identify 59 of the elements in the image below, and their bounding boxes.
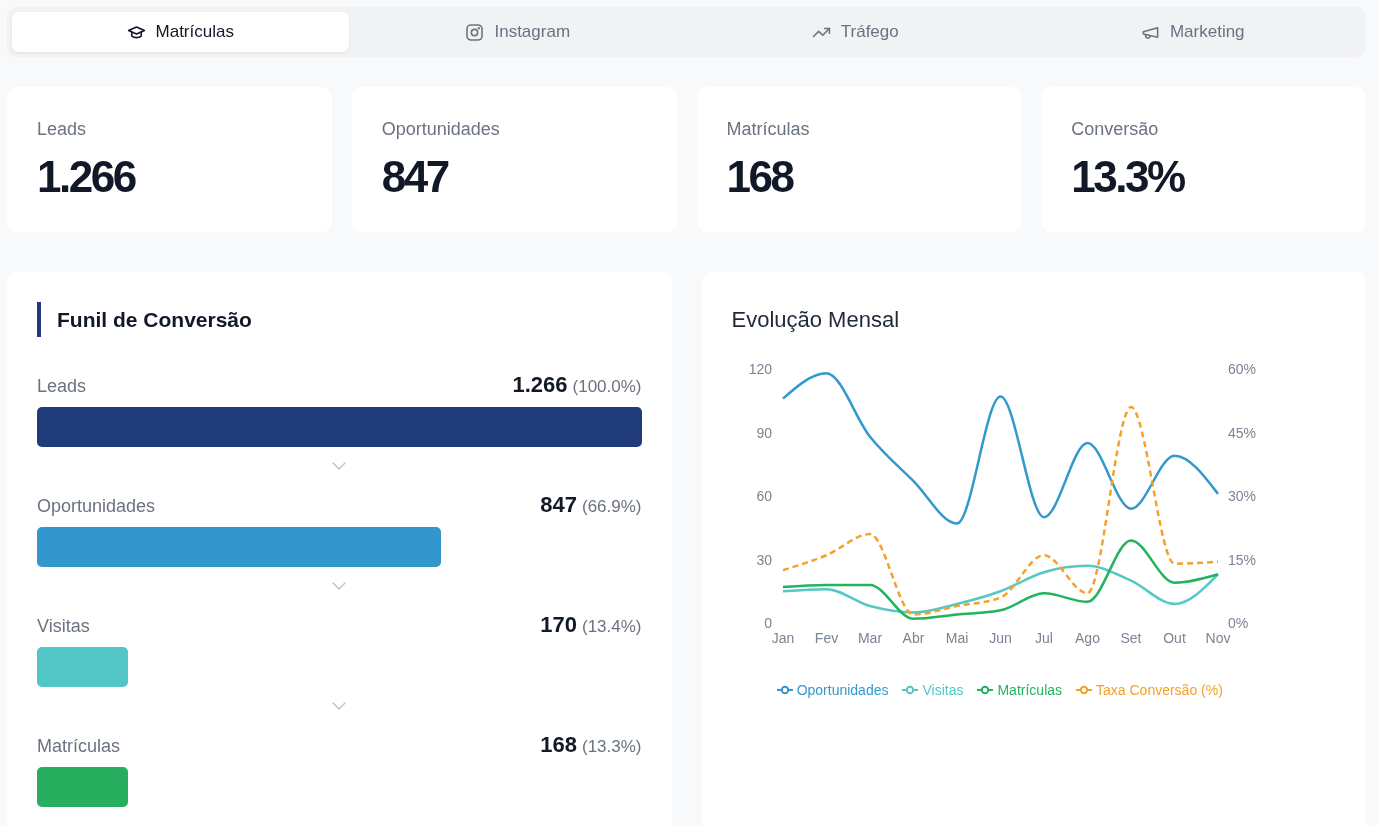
chevron-down-icon xyxy=(332,462,347,470)
axis-label: Nov xyxy=(1205,630,1230,646)
axis-label: 0% xyxy=(1227,615,1248,631)
chevron-down-icon xyxy=(332,702,347,710)
axis-label: 0 xyxy=(763,615,772,631)
stage-percent: (13.4%) xyxy=(581,616,642,638)
axis-label: 30 xyxy=(755,551,772,568)
stage-label: Matrículas xyxy=(37,735,121,758)
axis-label: 60 xyxy=(755,488,772,504)
tab[interactable]: Marketing xyxy=(1024,12,1361,52)
stage-label: Visitas xyxy=(37,615,90,638)
axis-label: Jan xyxy=(771,630,794,646)
legend-marker-icon xyxy=(1076,685,1093,695)
axis-label: 60% xyxy=(1227,361,1256,377)
legend-marker-icon xyxy=(977,685,994,695)
kpi-label: Oportunidades xyxy=(381,118,501,141)
kpi-value: 1.266 xyxy=(37,153,137,201)
kpi-label: Conversão xyxy=(1071,118,1160,141)
kpi-value: 847 xyxy=(381,153,450,201)
stage-count: 168 xyxy=(540,733,577,757)
axis-label: Set xyxy=(1120,630,1141,646)
axis-label: Ago xyxy=(1074,630,1100,646)
stage-count: 170 xyxy=(540,613,577,637)
stage-label: Oportunidades xyxy=(37,495,156,518)
axis-label: Jul xyxy=(1034,630,1053,646)
funnel-title: Funil de Conversão xyxy=(37,302,642,337)
tab[interactable]: Matrículas xyxy=(12,12,349,52)
axis-label: 45% xyxy=(1227,424,1256,441)
axis-label: Out xyxy=(1162,630,1186,646)
axis-label: Jun xyxy=(988,630,1012,646)
legend-marker-icon xyxy=(776,685,793,695)
axis-label: Fev xyxy=(814,630,838,646)
stage-count: 847 xyxy=(540,493,577,517)
axis-label: Mai xyxy=(945,630,968,646)
legend-label: Visitas xyxy=(922,681,964,700)
legend-label: Taxa Conversão (%) xyxy=(1096,681,1223,700)
legend-marker-icon xyxy=(902,685,919,695)
kpi-label: Matrículas xyxy=(726,118,811,141)
stage-percent: (100.0%) xyxy=(572,376,642,398)
legend-label: Matrículas xyxy=(997,681,1063,700)
legend-label: Oportunidades xyxy=(796,681,889,700)
stage-label: Leads xyxy=(37,375,87,398)
kpi-value: 168 xyxy=(726,153,794,201)
stage-count: 1.266 xyxy=(512,373,568,397)
tab[interactable]: Instagram xyxy=(349,12,686,52)
kpi-value: 13.3% xyxy=(1071,153,1186,201)
axis-label: Abr xyxy=(902,630,924,646)
axis-label: Mar xyxy=(857,630,882,646)
stage-percent: (66.9%) xyxy=(581,496,642,518)
axis-label: 15% xyxy=(1227,551,1256,568)
kpi-label: Leads xyxy=(37,118,88,141)
chart-title: Evolução Mensal xyxy=(731,306,901,334)
tab[interactable]: Tráfego xyxy=(687,12,1024,52)
camera-icon xyxy=(465,22,485,42)
axis-label: 120 xyxy=(748,361,772,377)
stage-percent: (13.3%) xyxy=(581,736,642,758)
axis-label: 30% xyxy=(1227,488,1256,504)
axis-label: 90 xyxy=(755,424,772,441)
chevron-down-icon xyxy=(332,582,347,590)
